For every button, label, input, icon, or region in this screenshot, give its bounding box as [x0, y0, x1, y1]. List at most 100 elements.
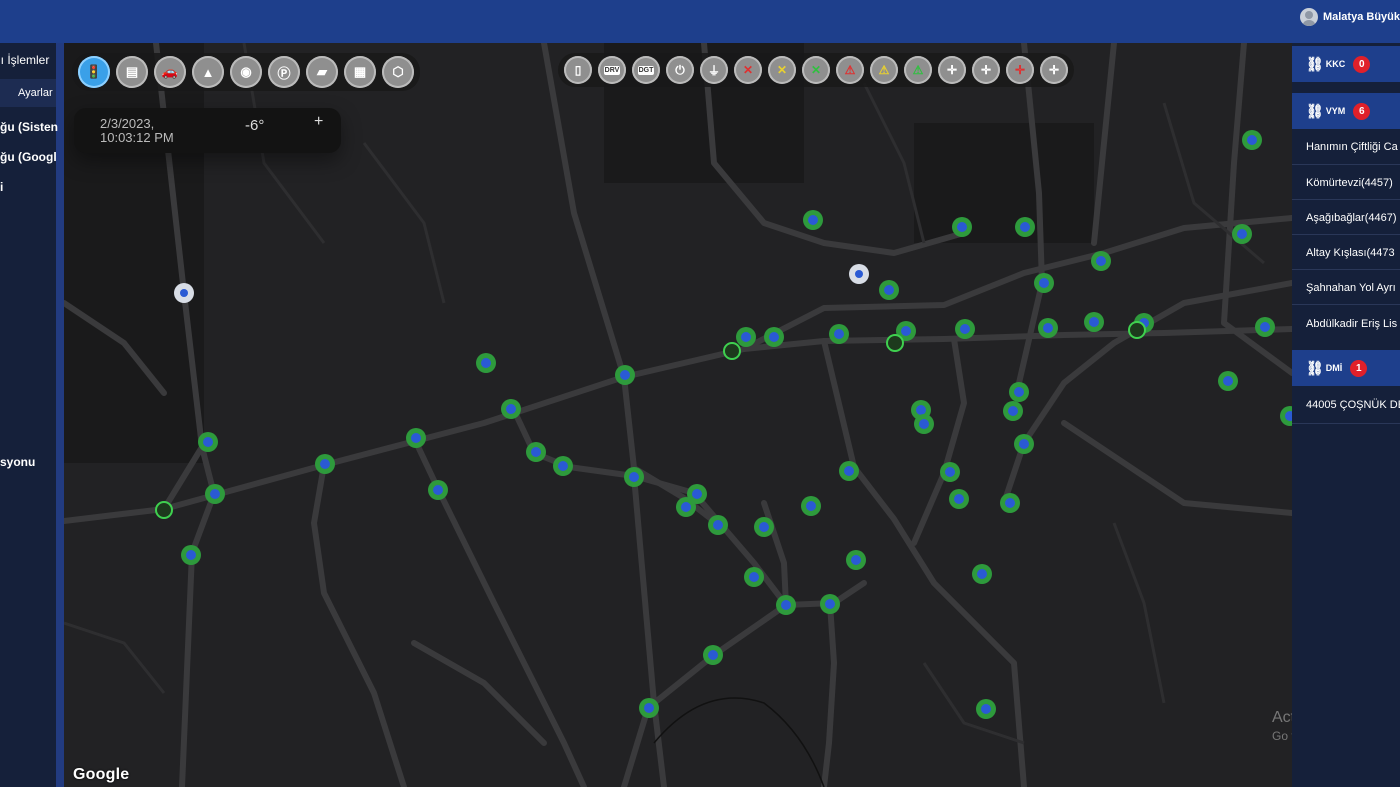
bluetooth-icon — [781, 600, 791, 610]
junction-3-icon[interactable]: ✛ — [1006, 56, 1034, 84]
cube-icon[interactable]: ⬡ — [382, 56, 414, 88]
bluetooth-icon — [713, 520, 723, 530]
camera-marker[interactable] — [886, 334, 904, 352]
bluetooth-icon — [506, 404, 516, 414]
probe-icon[interactable]: ⏚ — [700, 56, 728, 84]
x-red-icon[interactable]: ✕ — [734, 56, 762, 84]
junction-4-icon[interactable]: ✛ — [1040, 56, 1068, 84]
bluetooth-icon — [954, 494, 964, 504]
dmi-link-icon: ⛓ DMİ — [1306, 359, 1343, 376]
weather-expand-button[interactable]: + — [314, 113, 323, 131]
junction-2-icon[interactable]: ✛ — [972, 56, 1000, 84]
vym-list-item[interactable]: Hanımın Çiftliği Ca — [1306, 141, 1398, 153]
dmi-header[interactable]: ⛓ DMİ 1 — [1292, 350, 1400, 386]
google-logo: Google — [73, 766, 130, 783]
vym-list-item[interactable]: Kömürtevzi(4457) — [1306, 177, 1393, 189]
bluetooth-icon — [1089, 317, 1099, 327]
bluetooth-icon — [1008, 406, 1018, 416]
user-menu[interactable]: Malatya Büyük — [1299, 8, 1400, 26]
toolbar-top: ▯ DRV DGT ⏻ ⏚ ✕ ✕ ✕ ⚠ ⚠ ⚠ ✛ ✛ ✛ ✛ — [558, 53, 1074, 87]
cone-icon[interactable]: ▲ — [192, 56, 224, 88]
bluetooth-icon — [180, 289, 188, 297]
car-icon[interactable]: 🚗 — [154, 56, 186, 88]
divider — [1292, 269, 1400, 270]
x-green-icon[interactable]: ✕ — [802, 56, 830, 84]
dmi-list-item[interactable]: 44005 ÇOŞNÜK DE — [1306, 399, 1400, 411]
dmi-count-badge: 1 — [1350, 359, 1368, 377]
bluetooth-icon — [977, 569, 987, 579]
bluetooth-icon — [629, 472, 639, 482]
bluetooth-icon — [749, 572, 759, 582]
left-panel-title: lı İşlemler — [0, 53, 50, 67]
x-yellow-icon[interactable]: ✕ — [768, 56, 796, 84]
bluetooth-icon — [620, 370, 630, 380]
tab-settings[interactable]: Ayarlar — [18, 87, 53, 99]
map-view[interactable]: 🚦 ▤ 🚗 ▲ ◉ Ⓟ ▰ ▦ ⬡ ▯ DRV DGT ⏻ ⏚ ✕ ✕ ✕ ⚠ … — [64, 43, 1292, 787]
bluetooth-icon — [1260, 322, 1270, 332]
bluetooth-icon — [692, 489, 702, 499]
bluetooth-icon — [834, 329, 844, 339]
bluetooth-icon — [960, 324, 970, 334]
document-icon[interactable]: ▦ — [344, 56, 376, 88]
camera-icon[interactable]: ▰ — [306, 56, 338, 88]
vym-list-item[interactable]: Altay Kışlası(4473 — [1306, 247, 1395, 259]
bluetooth-icon — [320, 459, 330, 469]
camera-marker[interactable] — [1128, 321, 1146, 339]
bluetooth-icon — [1039, 278, 1049, 288]
bluetooth-icon — [1096, 256, 1106, 266]
drv-icon[interactable]: DRV — [598, 56, 626, 84]
parking-icon[interactable]: Ⓟ — [268, 56, 300, 88]
left-panel-stripe — [56, 43, 64, 787]
bluetooth-icon — [708, 650, 718, 660]
bluetooth-icon — [203, 437, 213, 447]
user-avatar-icon — [1299, 8, 1318, 26]
bluetooth-icon — [1223, 376, 1233, 386]
bluetooth-icon — [433, 485, 443, 495]
junction-1-icon[interactable]: ✛ — [938, 56, 966, 84]
bluetooth-icon — [1014, 387, 1024, 397]
bluetooth-icon — [844, 466, 854, 476]
left-menu-item-google[interactable]: ğu (Googl — [0, 150, 57, 164]
weather-time: 10:03:12 PM — [100, 130, 174, 145]
camera-marker[interactable] — [723, 342, 741, 360]
barrier-icon[interactable]: ▤ — [116, 56, 148, 88]
bluetooth-icon — [531, 447, 541, 457]
right-panel: ⛓ KKC 0 ⛓ VYM 6 Hanımın Çiftliği Ca Kömürt… — [1292, 43, 1400, 787]
bluetooth-icon — [981, 704, 991, 714]
left-menu-item-3[interactable]: i — [0, 180, 3, 194]
divider — [1292, 304, 1400, 305]
bluetooth-icon — [644, 703, 654, 713]
bluetooth-icon — [741, 332, 751, 342]
bluetooth-icon — [681, 502, 691, 512]
bluetooth-icon — [825, 599, 835, 609]
vym-list-item[interactable]: Abdülkadir Eriş Lis — [1306, 318, 1397, 330]
bluetooth-icon — [901, 326, 911, 336]
toolbar-left: 🚦 ▤ 🚗 ▲ ◉ Ⓟ ▰ ▦ ⬡ — [72, 53, 420, 91]
door-icon[interactable]: ▯ — [564, 56, 592, 84]
vym-header[interactable]: ⛓ VYM 6 — [1292, 93, 1400, 129]
bluetooth-icon — [916, 405, 926, 415]
dgt-icon[interactable]: DGT — [632, 56, 660, 84]
bluetooth-icon — [855, 270, 863, 278]
vym-list-item[interactable]: Şahnahan Yol Ayrı — [1306, 282, 1396, 294]
bluetooth-icon — [411, 433, 421, 443]
warning-green-icon[interactable]: ⚠ — [904, 56, 932, 84]
bluetooth-icon — [1020, 222, 1030, 232]
warning-yellow-icon[interactable]: ⚠ — [870, 56, 898, 84]
kkc-header[interactable]: ⛓ KKC 0 — [1292, 46, 1400, 82]
bluetooth-icon — [1019, 439, 1029, 449]
siren-icon[interactable]: ◉ — [230, 56, 262, 88]
weather-temperature: -6° — [245, 117, 265, 134]
bluetooth-icon — [186, 550, 196, 560]
traffic-light-icon[interactable]: 🚦 — [78, 56, 110, 88]
left-menu-item-4[interactable]: syonu — [0, 455, 35, 469]
warning-red-icon[interactable]: ⚠ — [836, 56, 864, 84]
windows-activation-watermark: Activate Window Go to Settings to activ — [1272, 709, 1292, 743]
bluetooth-icon — [210, 489, 220, 499]
vym-list-item[interactable]: Aşağıbağlar(4467) — [1306, 212, 1397, 224]
divider — [1292, 164, 1400, 165]
bluetooth-icon — [1005, 498, 1015, 508]
left-menu-item-system[interactable]: ğu (Sisten — [0, 120, 58, 134]
power-icon[interactable]: ⏻ — [666, 56, 694, 84]
camera-marker[interactable] — [155, 501, 173, 519]
